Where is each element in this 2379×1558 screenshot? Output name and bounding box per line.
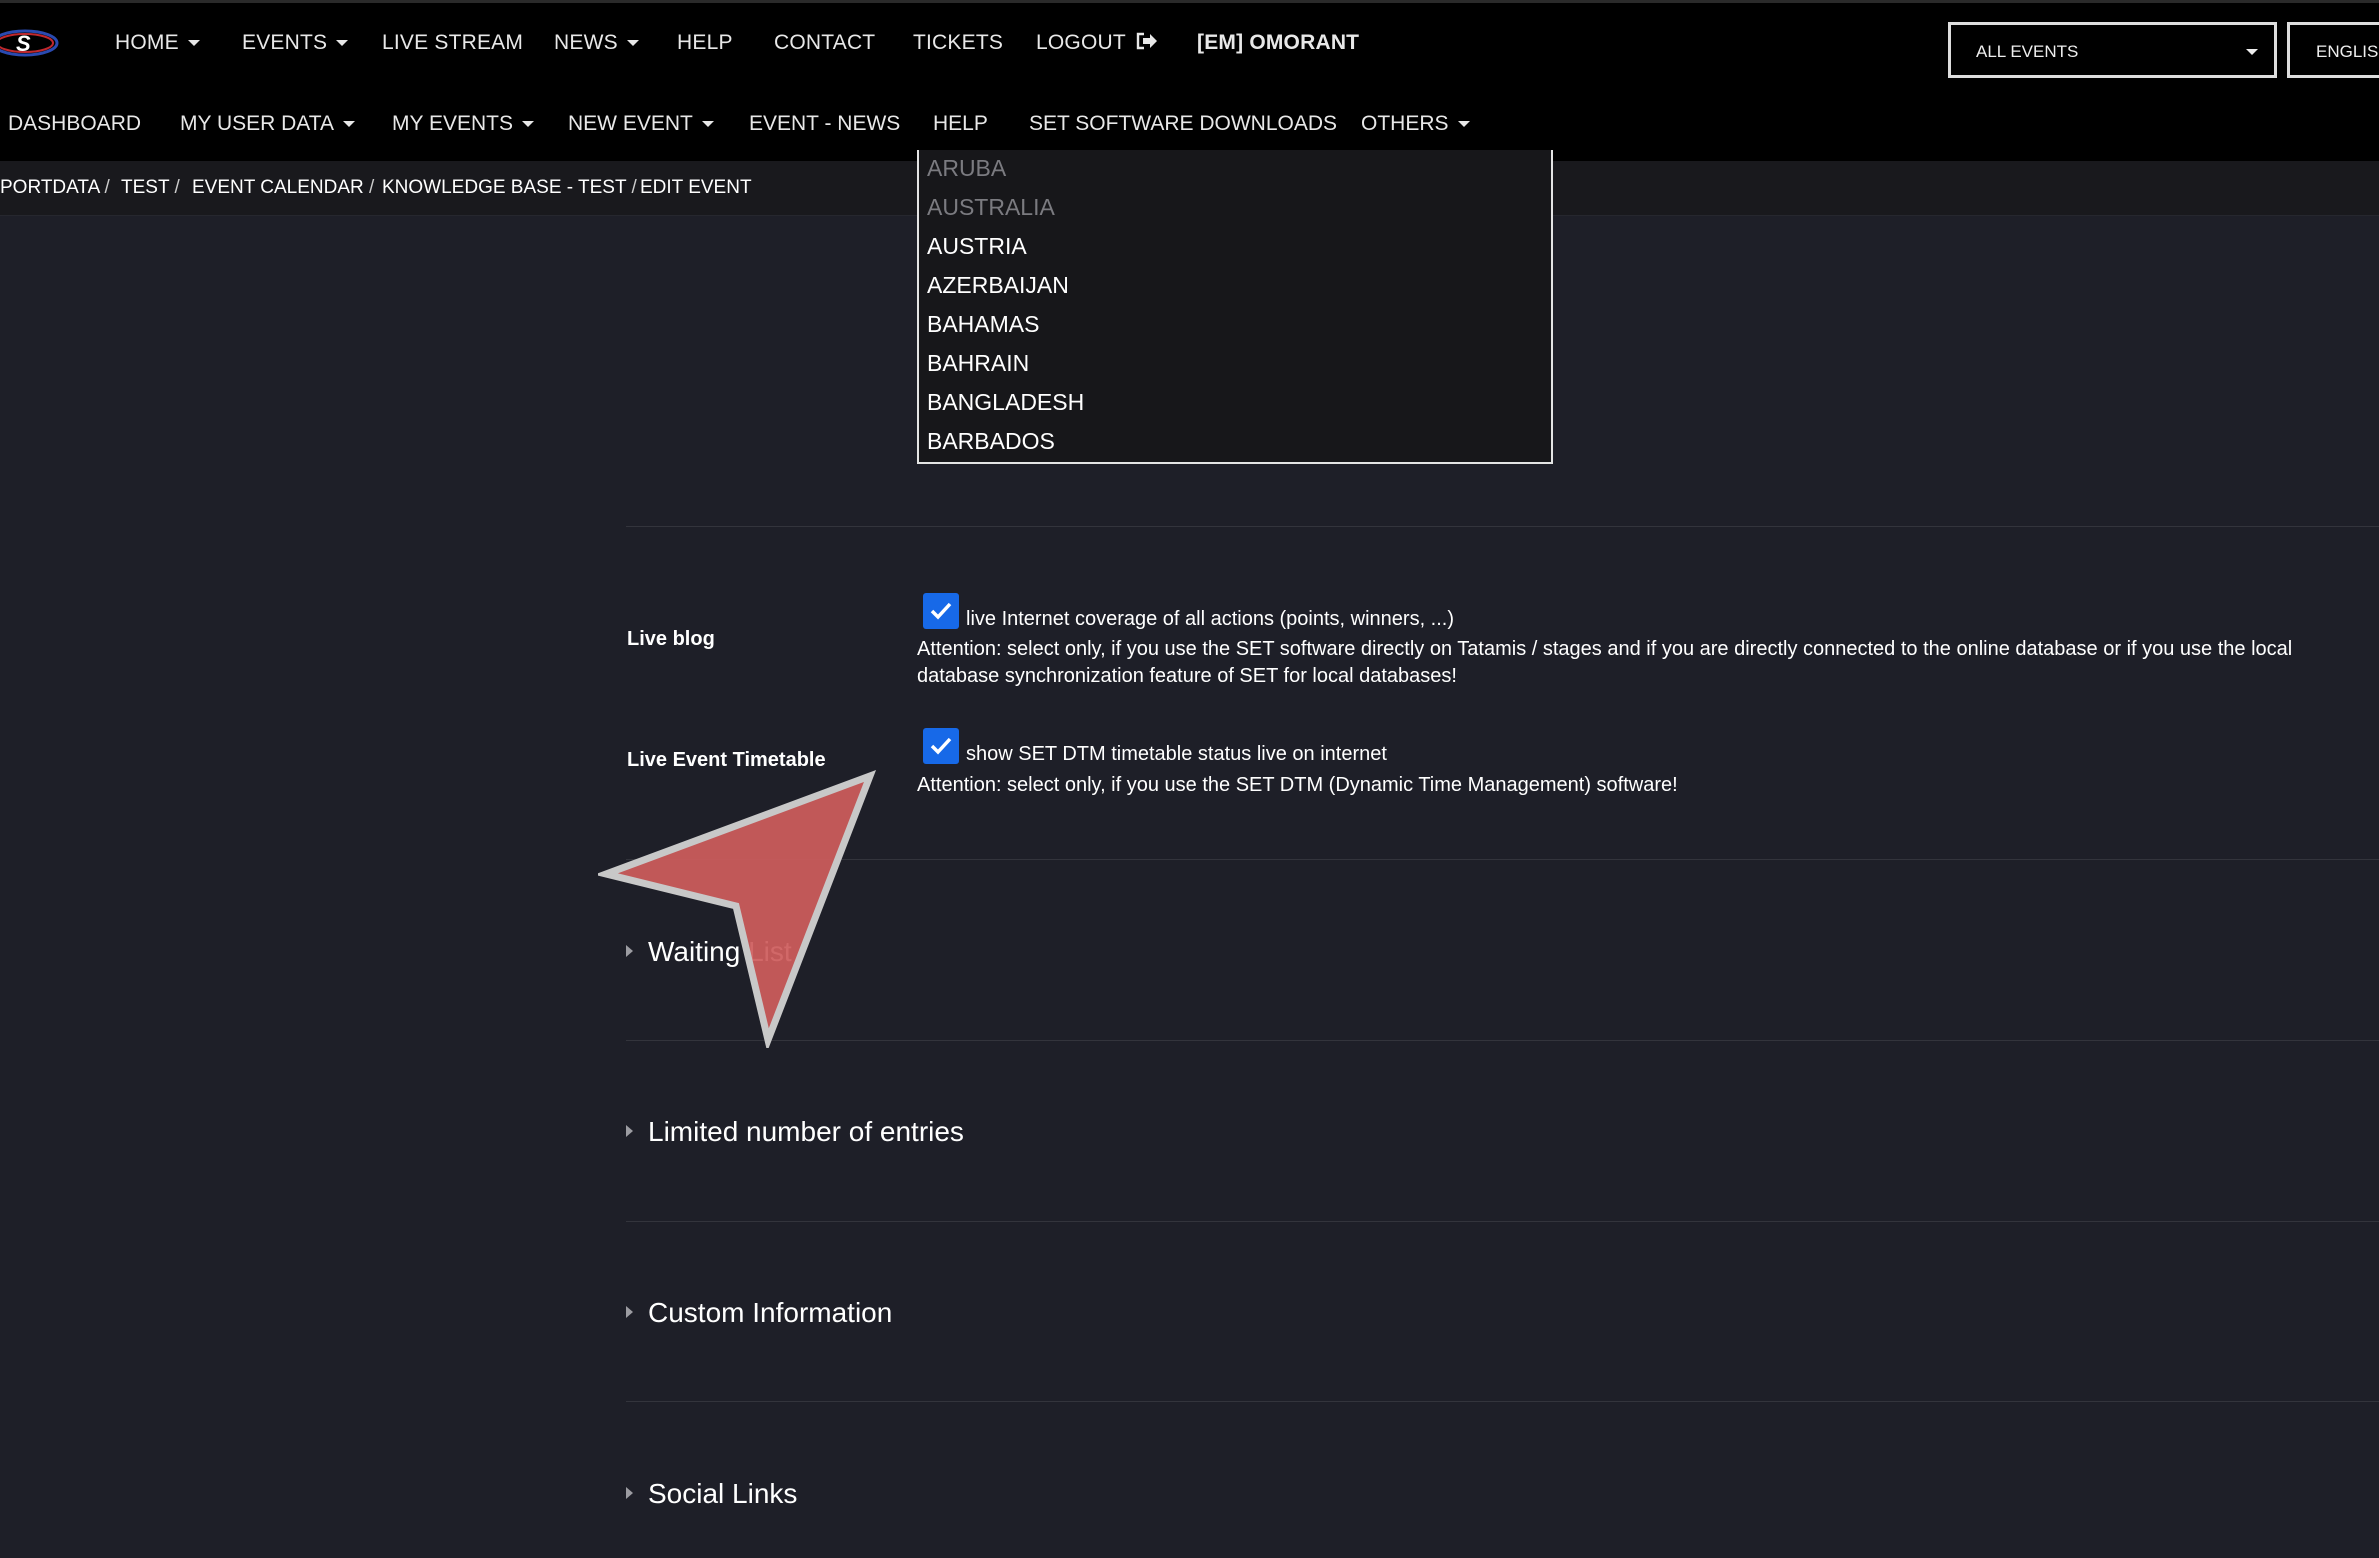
- top-navbar: S HOME EVENTS LIVE STREAM NEWS HELP CONT…: [0, 0, 2379, 84]
- subnav-new-event[interactable]: NEW EVENT: [568, 112, 714, 136]
- list-item[interactable]: ARUBA: [927, 155, 1006, 182]
- list-item[interactable]: BARBADOS: [927, 428, 1055, 455]
- breadcrumb-separator: /: [174, 177, 180, 198]
- language-select-value: ENGLISH: [2316, 42, 2379, 61]
- event-select[interactable]: ALL EVENTS: [1948, 22, 2277, 78]
- breadcrumb-item[interactable]: KNOWLEDGE BASE - TEST /: [382, 177, 637, 199]
- breadcrumb-label: EVENT CALENDAR: [192, 177, 364, 198]
- nav-tickets[interactable]: TICKETS: [913, 31, 1003, 55]
- list-item[interactable]: BAHRAIN: [927, 350, 1029, 377]
- live-timetable-checkbox[interactable]: [923, 728, 959, 764]
- country-listbox[interactable]: ARUBA AUSTRALIA AUSTRIA AZERBAIJAN BAHAM…: [917, 150, 1553, 464]
- caret-right-icon: [626, 1487, 633, 1499]
- list-item[interactable]: BANGLADESH: [927, 389, 1084, 416]
- logout-label: LOGOUT: [1036, 31, 1126, 54]
- breadcrumb-item[interactable]: TEST /: [121, 177, 180, 199]
- nav-home[interactable]: HOME: [115, 31, 200, 55]
- subnav-my-user-data[interactable]: MY USER DATA: [180, 112, 355, 136]
- breadcrumb-label: KNOWLEDGE BASE - TEST: [382, 177, 627, 198]
- subnav-help[interactable]: HELP: [933, 112, 988, 136]
- section-title: Social Links: [648, 1478, 798, 1509]
- language-select[interactable]: ENGLISH: [2287, 22, 2379, 78]
- divider: [626, 526, 2379, 527]
- list-item[interactable]: AUSTRIA: [927, 233, 1027, 260]
- subnav-my-events[interactable]: MY EVENTS: [392, 112, 534, 136]
- list-item[interactable]: AUSTRALIA: [927, 194, 1055, 221]
- breadcrumb-separator: /: [369, 177, 375, 198]
- breadcrumb-separator: /: [104, 177, 110, 198]
- breadcrumb-item[interactable]: EVENT CALENDAR /: [192, 177, 374, 199]
- checkmark-icon: [930, 737, 952, 755]
- event-select-value: ALL EVENTS: [1976, 42, 2079, 61]
- live-blog-checkbox[interactable]: [923, 593, 959, 629]
- svg-text:S: S: [16, 31, 31, 56]
- caret-right-icon: [626, 1125, 633, 1137]
- list-item[interactable]: BAHAMAS: [927, 311, 1039, 338]
- nav-live-stream[interactable]: LIVE STREAM: [382, 31, 523, 55]
- subnav-set-software-downloads[interactable]: SET SOFTWARE DOWNLOADS: [1029, 112, 1337, 136]
- section-title: Limited number of entries: [648, 1116, 964, 1147]
- breadcrumb-separator: /: [631, 177, 637, 198]
- subnav-others[interactable]: OTHERS: [1361, 112, 1470, 136]
- nav-contact[interactable]: CONTACT: [774, 31, 875, 55]
- live-timetable-note: Attention: select only, if you use the S…: [917, 774, 1678, 796]
- nav-help[interactable]: HELP: [677, 31, 733, 55]
- logout-icon: [1136, 32, 1157, 50]
- nav-events[interactable]: EVENTS: [242, 31, 348, 55]
- divider: [626, 1040, 2379, 1041]
- nav-logout[interactable]: LOGOUT: [1036, 31, 1158, 55]
- chevron-down-icon: [2246, 49, 2258, 55]
- list-item[interactable]: AZERBAIJAN: [927, 272, 1069, 299]
- cursor-arrow-icon: [598, 770, 877, 1048]
- subnav-event-news[interactable]: EVENT - NEWS: [749, 112, 900, 136]
- live-timetable-checkbox-label[interactable]: show SET DTM timetable status live on in…: [966, 743, 1387, 766]
- caret-right-icon: [626, 1306, 633, 1318]
- divider: [626, 859, 2379, 860]
- nav-news[interactable]: NEWS: [554, 31, 639, 55]
- divider: [626, 1221, 2379, 1222]
- live-blog-checkbox-label[interactable]: live Internet coverage of all actions (p…: [966, 608, 1454, 631]
- logo-icon[interactable]: S: [0, 25, 60, 61]
- breadcrumb-current: EDIT EVENT: [640, 177, 752, 198]
- divider: [626, 1401, 2379, 1402]
- breadcrumb-item[interactable]: PORTDATA /: [0, 177, 110, 199]
- checkmark-icon: [930, 602, 952, 620]
- breadcrumb-label: PORTDATA: [0, 177, 100, 198]
- subnav-dashboard[interactable]: DASHBOARD: [8, 112, 141, 136]
- breadcrumb-label: TEST: [121, 177, 170, 198]
- section-title: Custom Information: [648, 1297, 893, 1328]
- live-blog-label: Live blog: [627, 628, 715, 650]
- live-blog-note: Attention: select only, if you use the S…: [917, 638, 2293, 687]
- user-menu[interactable]: [EM] OMORANT: [1197, 31, 1359, 55]
